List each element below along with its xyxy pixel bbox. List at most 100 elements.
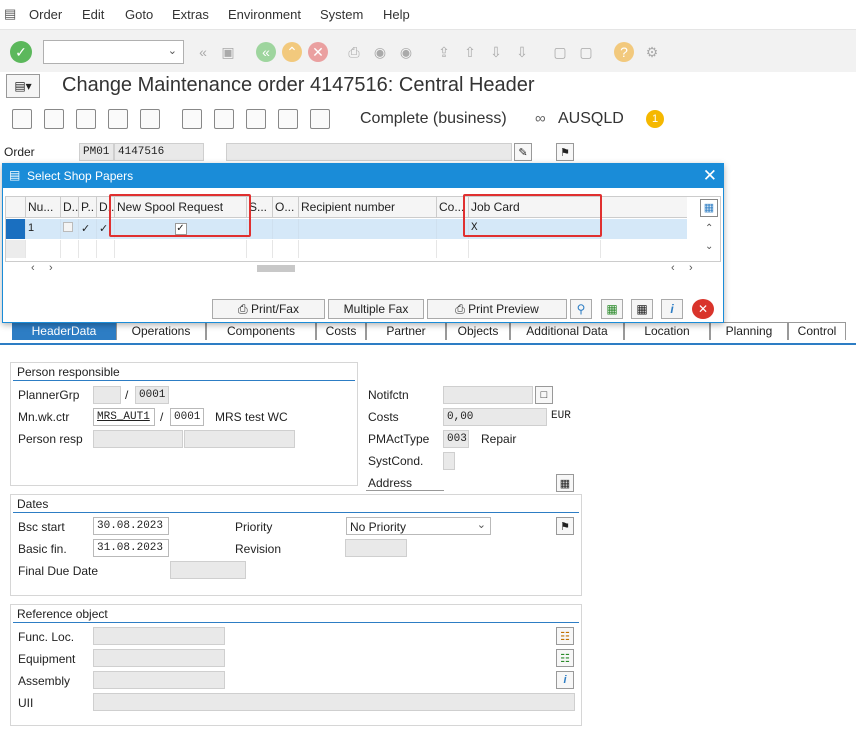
enter-icon[interactable]: ✓ [10, 41, 32, 63]
tab-components[interactable]: Components [206, 322, 316, 340]
column-header[interactable]: D.. [61, 197, 79, 218]
person-resp-field[interactable] [93, 430, 183, 448]
object-icon[interactable] [214, 109, 234, 129]
print-preview-button[interactable]: ⎙ Print Preview [427, 299, 567, 319]
hierarchy-icon[interactable]: ☷ [556, 627, 574, 645]
tab-objects[interactable]: Objects [446, 322, 510, 340]
cancel-icon[interactable]: ✕ [692, 299, 714, 319]
search-icon[interactable]: ⚲ [570, 299, 592, 319]
command-field[interactable]: ⌄ [43, 40, 184, 64]
grid-cell-recipient[interactable] [299, 219, 437, 239]
menu-extras[interactable]: Extras [172, 7, 209, 22]
priority-select[interactable]: No Priority ⌄ [346, 517, 491, 535]
menu-environment[interactable]: Environment [228, 7, 301, 22]
uii-field[interactable] [93, 693, 575, 711]
tab-additional-data[interactable]: Additional Data [510, 322, 624, 340]
grid-cell[interactable] [61, 240, 79, 258]
structure-icon[interactable]: ☷ [556, 649, 574, 667]
menu-system[interactable]: System [320, 7, 363, 22]
row-selector[interactable] [6, 240, 26, 258]
close-icon[interactable]: ✕ [703, 166, 717, 186]
info-icon[interactable]: 1 [646, 110, 664, 128]
row-selector-header[interactable] [6, 197, 26, 218]
tab-headerdata[interactable]: HeaderData [12, 322, 116, 340]
horizontal-scrollbar-thumb[interactable] [257, 265, 295, 272]
schedule-icon[interactable] [182, 109, 202, 129]
menu-help[interactable]: Help [383, 7, 410, 22]
select-all-icon[interactable]: ▦ [601, 299, 623, 319]
exit-icon[interactable]: ⌃ [282, 42, 302, 62]
status-text[interactable]: Complete (business) [360, 110, 507, 128]
order-type-field[interactable]: PM01 [79, 143, 114, 161]
org-text[interactable]: AUSQLD [558, 110, 624, 128]
grid-cell[interactable] [26, 240, 61, 258]
info-icon[interactable]: i [556, 671, 574, 689]
revision-field[interactable] [345, 539, 407, 557]
pm-activity-type-field[interactable]: 003 [443, 430, 469, 448]
calculator-icon[interactable] [44, 109, 64, 129]
grid-cell[interactable] [79, 240, 97, 258]
column-header[interactable]: Recipient number [299, 197, 437, 218]
func-loc-field[interactable] [93, 627, 225, 645]
flag-icon[interactable]: ⚑ [556, 517, 574, 535]
grid-checkbox[interactable]: ✓ [79, 219, 97, 239]
window-menu-icon[interactable]: ▤ [4, 6, 16, 22]
grid-cell[interactable] [247, 240, 273, 258]
help-icon[interactable]: ? [614, 42, 634, 62]
cancel-icon[interactable]: ✕ [308, 42, 328, 62]
notification-field[interactable] [443, 386, 533, 404]
scroll-right-icon[interactable]: › [689, 262, 693, 274]
grid-cell[interactable] [437, 240, 469, 258]
menu-order[interactable]: Order [29, 7, 62, 22]
info-icon[interactable]: i [661, 299, 683, 319]
order-number-field[interactable]: 4147516 [114, 143, 204, 161]
flag-icon[interactable] [140, 109, 160, 129]
tab-costs[interactable]: Costs [316, 322, 366, 340]
menu-goto[interactable]: Goto [125, 7, 153, 22]
grid-cell-number[interactable]: 1 [26, 219, 61, 239]
table-settings-icon[interactable]: ▦ [700, 199, 718, 217]
display-icon[interactable] [12, 109, 32, 129]
deselect-all-icon[interactable]: ▦ [631, 299, 653, 319]
basic-finish-field[interactable]: 31.08.2023 [93, 539, 169, 557]
back-icon[interactable]: « [256, 42, 276, 62]
tab-location[interactable]: Location [624, 322, 710, 340]
work-center-plant-field[interactable]: 0001 [170, 408, 204, 426]
column-header[interactable]: Nu... [26, 197, 61, 218]
flag-icon[interactable]: ⚑ [556, 143, 574, 161]
long-text-icon[interactable]: ✎ [514, 143, 532, 161]
basic-start-field[interactable]: 30.08.2023 [93, 517, 169, 535]
planner-group-field[interactable] [93, 386, 121, 404]
print-fax-button[interactable]: ⎙ Print/Fax [212, 299, 325, 319]
grid-cell[interactable] [469, 240, 601, 258]
grid-cell[interactable] [273, 219, 299, 239]
tab-partner[interactable]: Partner [366, 322, 446, 340]
grid-checkbox[interactable] [61, 219, 79, 239]
tab-operations[interactable]: Operations [116, 322, 206, 340]
address-icon[interactable]: ▦ [556, 474, 574, 492]
scroll-up-icon[interactable]: ⌃ [705, 223, 713, 234]
structure-icon[interactable] [246, 109, 266, 129]
grid-cell[interactable] [115, 240, 247, 258]
release-icon[interactable] [108, 109, 128, 129]
planner-plant-field[interactable]: 0001 [135, 386, 169, 404]
check-icon[interactable] [278, 109, 298, 129]
column-header[interactable]: P.. [79, 197, 97, 218]
column-header[interactable]: O... [273, 197, 299, 218]
assembly-field[interactable] [93, 671, 225, 689]
tab-planning[interactable]: Planning [710, 322, 788, 340]
multiple-fax-button[interactable]: Multiple Fax [328, 299, 424, 319]
menu-edit[interactable]: Edit [82, 7, 104, 22]
scroll-left-icon[interactable]: ‹ [31, 262, 35, 274]
row-selector[interactable] [6, 219, 26, 239]
equipment-field[interactable] [93, 649, 225, 667]
menu-icon[interactable]: ▤▾ [6, 74, 40, 98]
grid-cell[interactable] [97, 240, 115, 258]
grid-cell[interactable] [273, 240, 299, 258]
scroll-right-icon[interactable]: › [49, 262, 53, 274]
document-icon[interactable]: □ [535, 386, 553, 404]
scroll-left-icon[interactable]: ‹ [671, 262, 675, 274]
work-center-field[interactable]: MRS_AUT1 [93, 408, 155, 426]
document-icon[interactable] [310, 109, 330, 129]
tab-control[interactable]: Control [788, 322, 846, 340]
